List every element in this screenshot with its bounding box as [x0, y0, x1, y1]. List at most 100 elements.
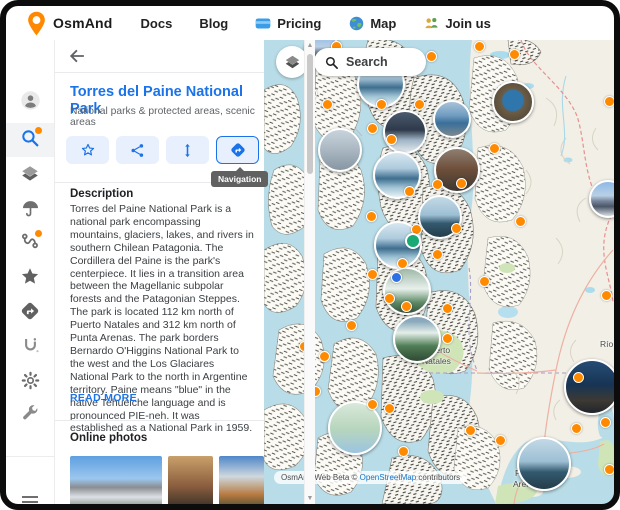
nav-item-join[interactable]: Join us [423, 15, 491, 31]
map-search-box[interactable]: Search [314, 48, 426, 76]
poi-dot-marker[interactable] [386, 134, 397, 145]
poi-dot-marker[interactable] [414, 99, 425, 110]
scroll-down-icon[interactable]: ▼ [305, 495, 315, 502]
poi-dot-marker[interactable] [384, 293, 395, 304]
read-more-link[interactable]: READ MORE [70, 392, 137, 404]
poi-dot-marker[interactable] [442, 303, 453, 314]
nav-item-blog[interactable]: Blog [199, 16, 228, 31]
poi-dot-marker[interactable] [479, 276, 490, 287]
poi-dot-marker[interactable] [474, 41, 485, 52]
poi-dot-marker[interactable] [384, 403, 395, 414]
poi-dot-marker[interactable] [573, 372, 584, 383]
poi-dot-marker[interactable] [322, 99, 333, 110]
rail-item-tracks[interactable] [6, 226, 54, 260]
panel-header [54, 40, 264, 72]
brand-name: OsmAnd [53, 15, 113, 31]
map-canvas[interactable]: PuertoNatalesPuntaArenasRío Search OsmAn… [264, 40, 614, 504]
rail-item-favorites[interactable] [6, 261, 54, 295]
scrollbar-thumb[interactable] [307, 54, 313, 174]
photo-marker[interactable] [318, 128, 362, 172]
online-photos-heading: Online photos [70, 432, 147, 444]
photo-marker[interactable] [517, 437, 571, 491]
rail-item-account[interactable] [6, 86, 54, 120]
rail-item-plan-route[interactable] [6, 331, 54, 365]
poi-dot-marker[interactable] [367, 399, 378, 410]
back-arrow-icon[interactable] [66, 45, 90, 69]
poi-dot-marker[interactable] [601, 290, 612, 301]
online-photo[interactable] [219, 456, 264, 504]
left-rail: Menu [6, 40, 55, 504]
place-subtitle: National parks & protected areas, scenic… [70, 106, 256, 128]
description-heading: Description [70, 188, 133, 200]
rail-item-weather[interactable] [6, 194, 54, 228]
navigation-diamond-icon [19, 300, 41, 327]
top-navbar: OsmAnd Docs Blog Pricing Map [6, 6, 614, 40]
poi-dot-marker[interactable] [509, 49, 520, 60]
poi-dot-marker[interactable] [367, 269, 378, 280]
green-marker[interactable] [405, 233, 421, 249]
poi-dot-marker[interactable] [319, 351, 330, 362]
panel-scrollbar[interactable]: ▲ ▼ [304, 40, 315, 504]
rail-item-utilities[interactable] [6, 398, 54, 432]
poi-dot-marker[interactable] [404, 186, 415, 197]
poi-dot-marker[interactable] [495, 435, 506, 446]
photo-marker[interactable] [383, 110, 427, 154]
rail-item-settings[interactable] [6, 366, 54, 400]
photo-marker[interactable] [492, 81, 534, 123]
nav-item-docs[interactable]: Docs [141, 16, 173, 31]
poi-dot-marker[interactable] [432, 249, 443, 260]
gear-icon [20, 370, 41, 396]
tracks-badge [35, 230, 42, 237]
action-buttons [66, 136, 259, 164]
poi-dot-marker[interactable] [426, 51, 437, 62]
share-button[interactable] [116, 136, 159, 164]
nav-item-pricing[interactable]: Pricing [255, 15, 321, 31]
scroll-up-icon[interactable]: ▲ [305, 42, 315, 49]
blue-marker[interactable] [391, 272, 402, 283]
poi-dot-marker[interactable] [346, 320, 357, 331]
rail-item-search[interactable] [6, 123, 54, 157]
openstreetmap-link[interactable]: OpenStreetMap [360, 473, 416, 482]
map-place-label: Río [600, 339, 613, 349]
poi-dot-marker[interactable] [465, 425, 476, 436]
poi-dot-marker[interactable] [604, 96, 615, 107]
divider [54, 72, 264, 73]
community-icon [423, 15, 439, 31]
poi-dot-marker[interactable] [442, 333, 453, 344]
poi-dot-marker[interactable] [366, 211, 377, 222]
rail-divider [6, 456, 54, 457]
layers-icon [19, 163, 41, 190]
photo-marker[interactable] [433, 100, 471, 138]
poi-dot-marker[interactable] [604, 464, 615, 475]
menu-button[interactable]: Menu [6, 486, 54, 504]
rail-item-navigation[interactable] [6, 296, 54, 330]
poi-dot-marker[interactable] [489, 143, 500, 154]
photo-marker[interactable] [589, 180, 614, 218]
distance-button[interactable] [166, 136, 209, 164]
poi-dot-marker[interactable] [432, 179, 443, 190]
poi-dot-marker[interactable] [367, 123, 378, 134]
online-photos-row [70, 456, 264, 504]
divider [54, 420, 264, 421]
poi-dot-marker[interactable] [398, 446, 409, 457]
poi-dot-marker[interactable] [376, 99, 387, 110]
poi-dot-marker[interactable] [397, 258, 408, 269]
navigation-button[interactable] [216, 136, 259, 164]
favorite-button[interactable] [66, 136, 109, 164]
star-icon [19, 265, 41, 292]
brand[interactable]: OsmAnd [26, 10, 113, 36]
poi-dot-marker[interactable] [515, 216, 526, 227]
poi-dot-marker[interactable] [456, 178, 467, 189]
poi-dot-marker[interactable] [401, 301, 412, 312]
nav-item-map[interactable]: Map [348, 15, 396, 31]
search-badge [35, 127, 42, 134]
online-photo[interactable] [168, 456, 213, 504]
online-photo[interactable] [70, 456, 162, 504]
photo-marker[interactable] [564, 359, 614, 415]
rail-item-layers[interactable] [6, 159, 54, 193]
poi-dot-marker[interactable] [451, 223, 462, 234]
osmand-logo-icon [26, 10, 46, 36]
photo-marker[interactable] [393, 315, 441, 363]
poi-dot-marker[interactable] [600, 417, 611, 428]
poi-dot-marker[interactable] [571, 423, 582, 434]
